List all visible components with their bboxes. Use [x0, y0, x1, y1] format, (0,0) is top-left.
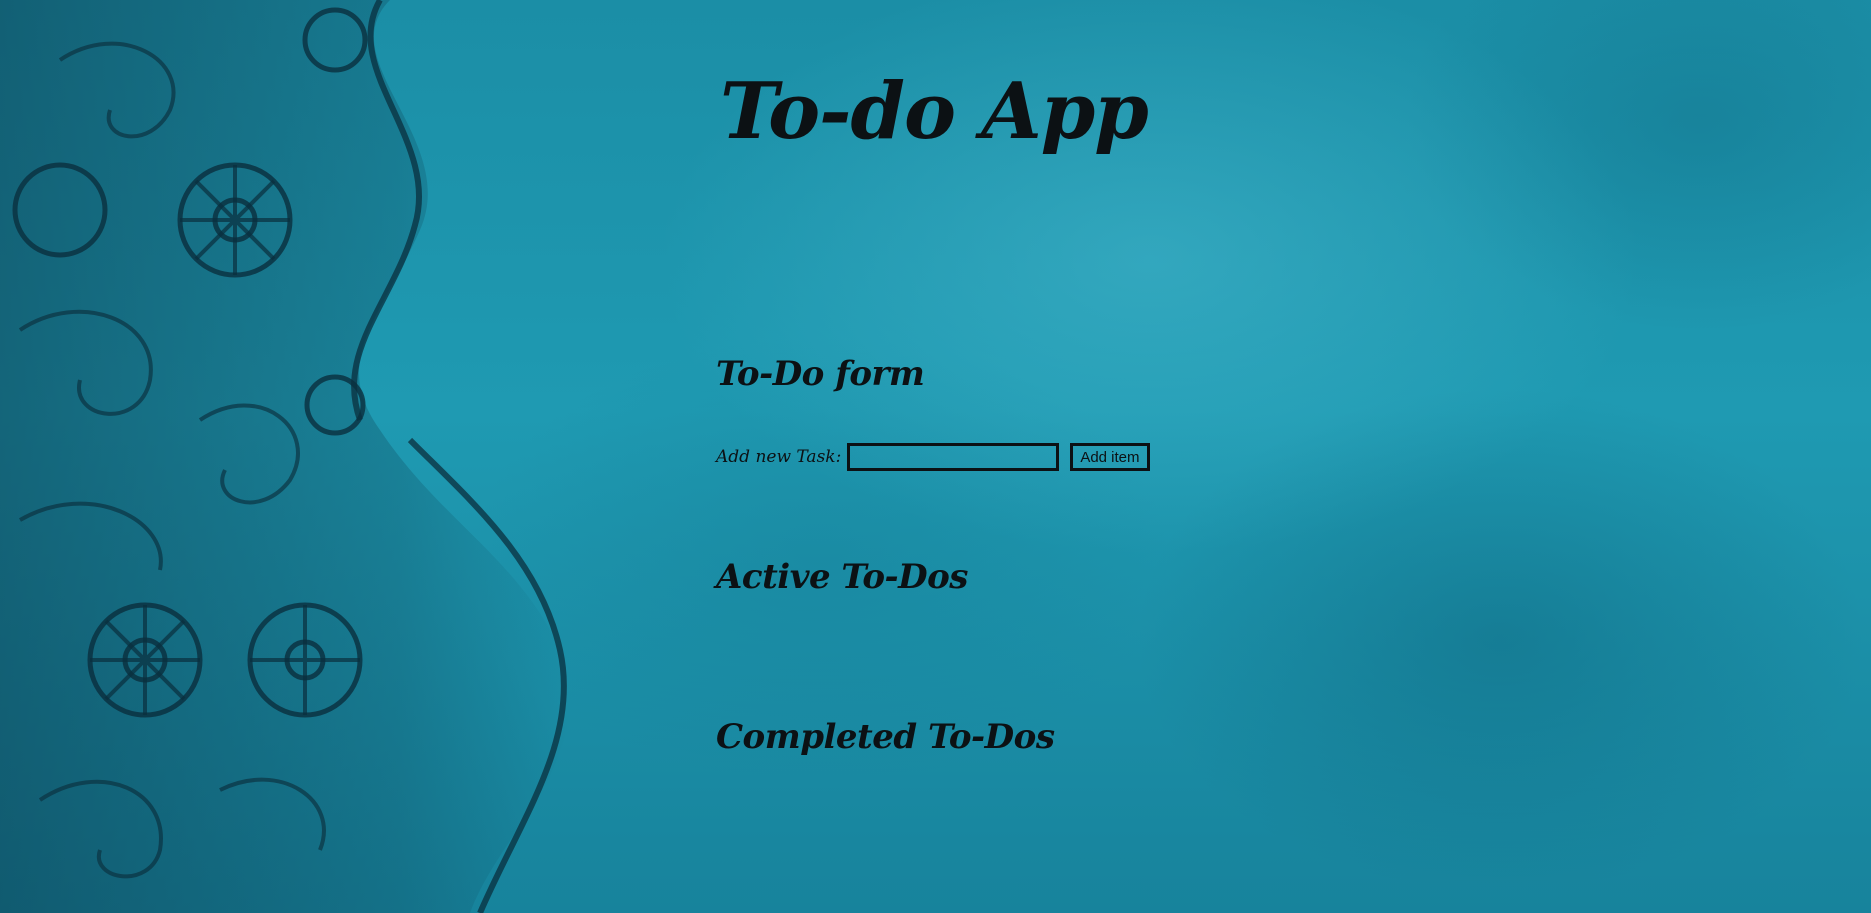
app-title: To-do App: [720, 66, 1149, 157]
todo-form: Add new Task: Add item: [716, 443, 1150, 471]
completed-todos-heading: Completed To-Dos: [716, 717, 1055, 757]
task-label: Add new Task:: [716, 447, 842, 467]
add-item-button[interactable]: Add item: [1070, 443, 1150, 471]
todo-form-heading: To-Do form: [716, 354, 925, 394]
task-input[interactable]: [847, 443, 1060, 471]
active-todos-heading: Active To-Dos: [716, 557, 968, 597]
decorative-ornament: [0, 0, 570, 913]
